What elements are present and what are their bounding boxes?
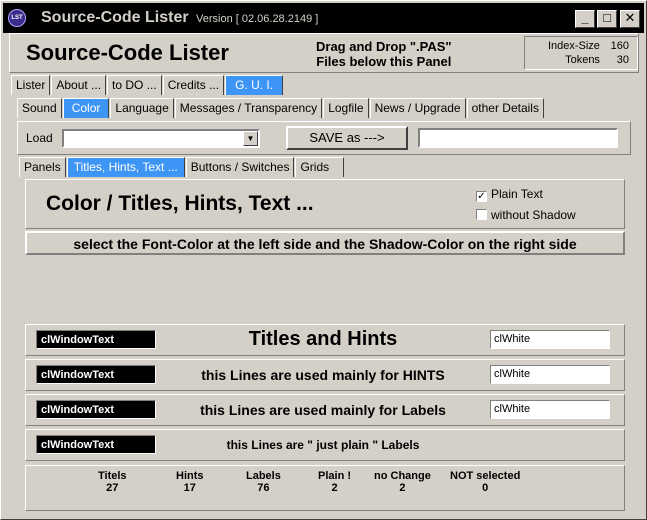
index-stats-box: Index-Size 160 Tokens 30 bbox=[524, 36, 638, 70]
font-color-picker[interactable]: clWindowText bbox=[36, 330, 156, 349]
stat-value: 2 bbox=[399, 482, 406, 494]
stat-label: NOT selected bbox=[450, 470, 521, 482]
load-select[interactable]: ▼ bbox=[62, 129, 260, 148]
tab-language[interactable]: Language bbox=[110, 98, 174, 118]
app-window: LST Source-Code Lister Version [ 02.06.2… bbox=[0, 0, 647, 520]
font-color-picker[interactable]: clWindowText bbox=[36, 365, 156, 384]
tab-messages-transparency[interactable]: Messages / Transparency bbox=[174, 98, 323, 118]
tab-news-upgrade[interactable]: News / Upgrade bbox=[369, 98, 466, 118]
row-label: Titles and Hints bbox=[248, 328, 398, 350]
drag-drop-line-1: Drag and Drop ".PAS" bbox=[316, 39, 452, 54]
color-title-panel: Color / Titles, Hints, Text ... ✓ Plain T… bbox=[25, 179, 625, 229]
title-bar[interactable]: LST Source-Code Lister Version [ 02.06.2… bbox=[3, 3, 644, 33]
tab-titles-hints-text[interactable]: Titles, Hints, Text ... bbox=[66, 157, 185, 177]
main-tab-bar: Lister About ... to DO ... Credits ... G. U.… bbox=[11, 75, 284, 95]
plain-text-checkbox[interactable]: ✓ bbox=[476, 191, 487, 202]
window-title: Source-Code Lister bbox=[41, 9, 189, 26]
stat-not-selected: NOT selected 0 bbox=[450, 470, 520, 494]
stat-value: 0 bbox=[482, 482, 489, 494]
without-shadow-checkbox[interactable] bbox=[476, 209, 487, 220]
tokens-label: Tokens bbox=[565, 54, 600, 66]
tab-grids[interactable]: Grids bbox=[295, 157, 345, 177]
stat-hints: Hints 17 bbox=[176, 470, 204, 494]
tab-gui[interactable]: G. U. I. bbox=[225, 75, 284, 95]
stat-label: no Change bbox=[374, 470, 431, 482]
font-color-picker[interactable]: clWindowText bbox=[36, 400, 156, 419]
plain-text-label: Plain Text bbox=[491, 187, 543, 201]
row-hints: clWindowText this Lines are used mainly … bbox=[25, 359, 625, 391]
stat-no-change: no Change 2 bbox=[374, 470, 431, 494]
app-logo-icon[interactable]: LST bbox=[8, 9, 26, 27]
shadow-color-picker[interactable]: clWhite bbox=[490, 400, 610, 419]
stat-label: Plain ! bbox=[318, 470, 352, 482]
stats-footer: Titels 27 Hints 17 Labels 76 Plain ! 2 n… bbox=[25, 465, 625, 511]
row-titles-hints: clWindowText Titles and Hints clWhite bbox=[25, 324, 625, 356]
header-panel: Source-Code Lister Drag and Drop ".PAS" … bbox=[9, 33, 639, 73]
shadow-color-picker[interactable]: clWhite bbox=[490, 330, 610, 349]
without-shadow-option[interactable]: without Shadow bbox=[476, 208, 576, 222]
row-plain-labels: clWindowText this Lines are " just plain… bbox=[25, 429, 625, 461]
instruction-bar: select the Font-Color at the left side a… bbox=[25, 231, 625, 255]
minimize-icon: _ bbox=[581, 10, 589, 25]
row-labels: clWindowText this Lines are used mainly … bbox=[25, 394, 625, 426]
stat-value: 17 bbox=[183, 482, 196, 494]
preview-area bbox=[25, 257, 625, 323]
tab-sound[interactable]: Sound bbox=[17, 98, 62, 118]
stat-label: Labels bbox=[246, 470, 281, 482]
font-color-picker[interactable]: clWindowText bbox=[36, 435, 156, 454]
tokens-value: 30 bbox=[616, 54, 629, 66]
tab-color[interactable]: Color bbox=[62, 98, 110, 118]
stat-label: Titels bbox=[98, 470, 127, 482]
tab-panels[interactable]: Panels bbox=[19, 157, 66, 177]
tab-todo[interactable]: to DO ... bbox=[107, 75, 162, 95]
stat-value: 2 bbox=[331, 482, 338, 494]
chevron-down-icon[interactable]: ▼ bbox=[243, 131, 258, 146]
stat-plain: Plain ! 2 bbox=[318, 470, 351, 494]
tab-other-details[interactable]: other Details bbox=[466, 98, 544, 118]
index-size-value: 160 bbox=[610, 40, 629, 52]
tab-credits[interactable]: Credits ... bbox=[162, 75, 225, 95]
plain-text-option[interactable]: ✓ Plain Text bbox=[476, 187, 543, 202]
close-icon: ✕ bbox=[624, 10, 636, 25]
stat-value: 76 bbox=[257, 482, 270, 494]
load-label: Load bbox=[26, 131, 53, 145]
drag-drop-hint: Drag and Drop ".PAS" Files below this Pa… bbox=[316, 39, 452, 69]
shadow-color-picker[interactable]: clWhite bbox=[490, 365, 610, 384]
stat-label: Hints bbox=[176, 470, 204, 482]
gui-tab-bar: Sound Color Language Messages / Transparenc… bbox=[17, 98, 545, 118]
maximize-button[interactable]: □ bbox=[597, 10, 617, 28]
stat-labels: Labels 76 bbox=[246, 470, 281, 494]
version-label: Version [ 02.06.28.2149 ] bbox=[196, 13, 319, 25]
close-button[interactable]: ✕ bbox=[620, 10, 640, 28]
minimize-button[interactable]: _ bbox=[575, 10, 595, 28]
tab-lister[interactable]: Lister bbox=[11, 75, 51, 95]
color-section-title: Color / Titles, Hints, Text ... bbox=[46, 192, 314, 215]
save-name-input[interactable] bbox=[418, 128, 618, 148]
maximize-icon: □ bbox=[603, 10, 611, 25]
page-title: Source-Code Lister bbox=[26, 40, 229, 65]
tab-buttons-switches[interactable]: Buttons / Switches bbox=[185, 157, 295, 177]
row-label: this Lines are " just plain " Labels bbox=[226, 438, 420, 452]
row-label: this Lines are used mainly for HINTS bbox=[201, 367, 445, 383]
stat-value: 27 bbox=[106, 482, 119, 494]
without-shadow-label: without Shadow bbox=[491, 208, 576, 222]
tab-logfile[interactable]: Logfile bbox=[323, 98, 369, 118]
stat-titels: Titels 27 bbox=[98, 470, 127, 494]
row-label: this Lines are used mainly for Labels bbox=[200, 402, 446, 418]
load-save-panel: Load ▼ SAVE as ---> bbox=[17, 121, 631, 155]
save-as-button[interactable]: SAVE as ---> bbox=[286, 126, 408, 150]
index-size-label: Index-Size bbox=[547, 40, 600, 52]
drag-drop-line-2: Files below this Panel bbox=[316, 54, 452, 69]
color-tab-bar: Panels Titles, Hints, Text ... Buttons / S… bbox=[19, 157, 345, 177]
tab-about[interactable]: About ... bbox=[51, 75, 107, 95]
